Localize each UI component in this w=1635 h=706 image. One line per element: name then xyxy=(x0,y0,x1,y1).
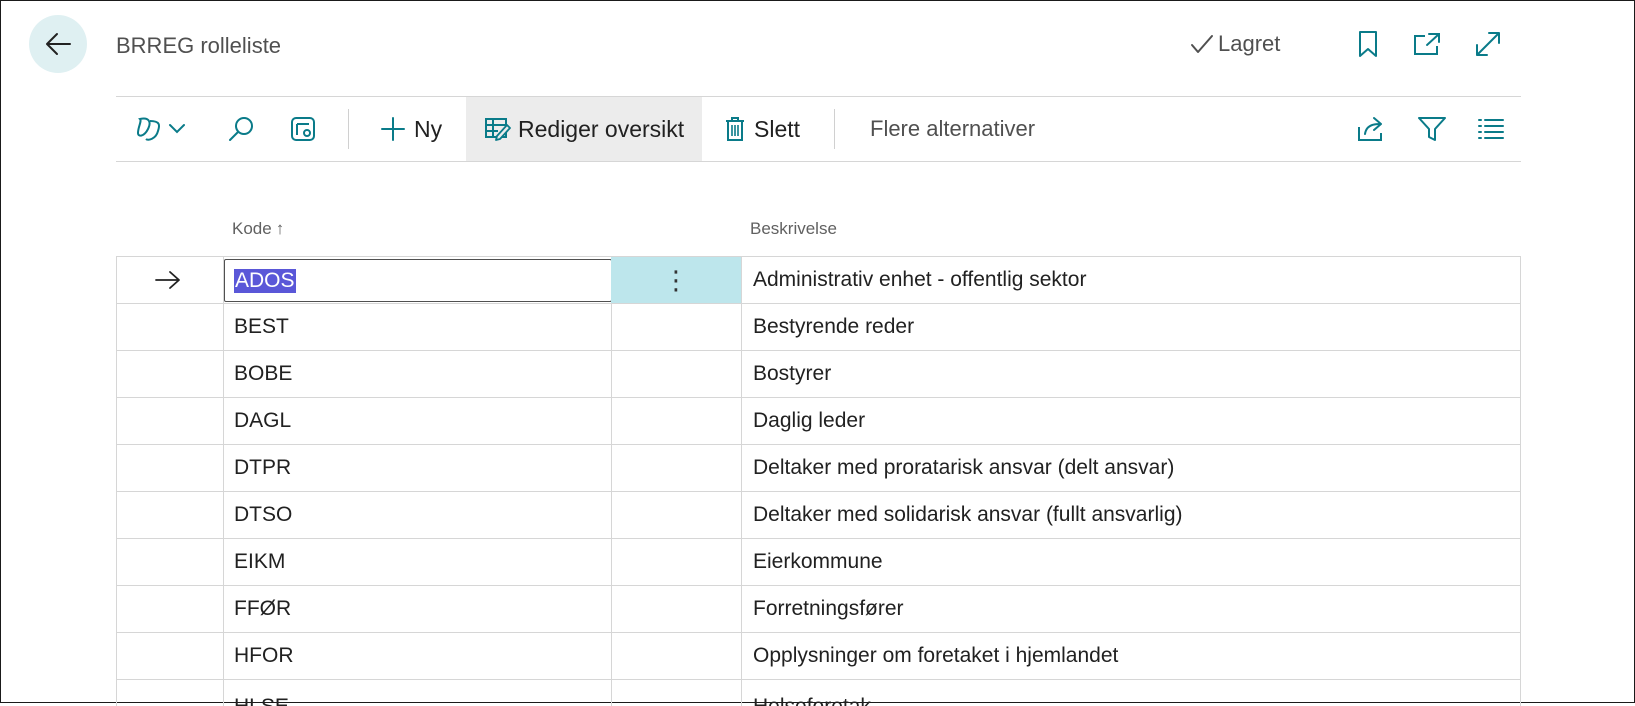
table-row[interactable]: HLSE Helseforetak xyxy=(116,680,1521,706)
more-options-label: Flere alternativer xyxy=(870,116,1036,141)
back-arrow-icon xyxy=(46,33,71,55)
checkmark-icon xyxy=(1191,35,1213,53)
edit-list-label: Rediger oversikt xyxy=(518,115,685,142)
filter-pane-icon xyxy=(291,117,315,141)
edit-list-button[interactable]: Rediger oversikt xyxy=(466,97,702,161)
code-cell[interactable]: HFOR xyxy=(234,633,294,679)
saved-label: Lagret xyxy=(1218,31,1281,56)
trash-icon xyxy=(726,117,744,141)
code-input-selected-text: ADOS xyxy=(234,268,296,293)
description-cell[interactable]: Deltaker med proratarisk ansvar (delt an… xyxy=(753,445,1174,491)
table-row[interactable]: DTSO Deltaker med solidarisk ansvar (ful… xyxy=(116,492,1521,539)
page-title: BRREG rolleliste xyxy=(116,33,282,58)
action-bar: Ny Rediger oversikt Slett Flere alternat… xyxy=(116,96,1521,162)
code-cell[interactable]: BOBE xyxy=(234,351,292,397)
expand-icon xyxy=(1476,32,1500,56)
data-grid: ADOS ⋮ Administrativ enhet - offentlig s… xyxy=(116,256,1521,706)
table-row[interactable]: HFOR Opplysninger om foretaket i hjemlan… xyxy=(116,633,1521,680)
search-button[interactable] xyxy=(224,97,258,161)
expand-button[interactable] xyxy=(1473,29,1503,59)
sort-ascending-icon: ↑ xyxy=(275,219,285,238)
copilot-icon xyxy=(136,117,160,141)
table-row[interactable]: ADOS ⋮ Administrativ enhet - offentlig s… xyxy=(116,257,1521,304)
code-cell[interactable]: DAGL xyxy=(234,398,291,444)
description-cell[interactable]: Eierkommune xyxy=(753,539,883,585)
open-in-new-window-icon xyxy=(1414,33,1440,55)
code-cell[interactable]: EIKM xyxy=(234,539,285,585)
filter-icon xyxy=(1418,117,1446,141)
table-row[interactable]: DTPR Deltaker med proratarisk ansvar (de… xyxy=(116,445,1521,492)
code-cell[interactable]: DTSO xyxy=(234,492,292,538)
saved-status: Lagret xyxy=(1190,31,1280,57)
table-row[interactable]: FFØR Forretningsfører xyxy=(116,586,1521,633)
share-icon xyxy=(1358,117,1382,141)
column-header-description-label: Beskrivelse xyxy=(750,219,837,238)
more-options-button[interactable]: Flere alternativer xyxy=(870,97,1035,161)
new-button[interactable]: Ny xyxy=(380,97,442,161)
column-header-code[interactable]: Kode ↑ xyxy=(232,219,284,239)
more-options-dots-icon: ⋮ xyxy=(663,265,689,295)
row-pointer-arrow-icon xyxy=(155,271,180,289)
filter-button[interactable] xyxy=(1415,97,1449,161)
column-header-description[interactable]: Beskrivelse xyxy=(750,219,837,239)
delete-button[interactable]: Slett xyxy=(724,97,800,161)
list-view-icon xyxy=(1478,119,1504,139)
description-cell[interactable]: Bestyrende reder xyxy=(753,304,914,350)
bookmark-icon xyxy=(1359,31,1377,57)
column-header-code-label: Kode xyxy=(232,219,272,238)
plus-icon xyxy=(381,117,405,141)
share-button[interactable] xyxy=(1354,97,1388,161)
description-cell[interactable]: Deltaker med solidarisk ansvar (fullt an… xyxy=(753,492,1183,538)
bookmark-button[interactable] xyxy=(1353,29,1383,59)
code-cell[interactable]: BEST xyxy=(234,304,289,350)
back-button[interactable] xyxy=(29,15,87,73)
table-row[interactable]: BOBE Bostyrer xyxy=(116,351,1521,398)
delete-label: Slett xyxy=(754,115,801,142)
description-cell[interactable]: Daglig leder xyxy=(753,398,865,444)
row-actions-menu[interactable]: ⋮ xyxy=(611,257,741,303)
code-cell[interactable]: DTPR xyxy=(234,445,291,491)
code-input[interactable]: ADOS xyxy=(224,259,612,302)
list-view-button[interactable] xyxy=(1474,97,1508,161)
table-row[interactable]: EIKM Eierkommune xyxy=(116,539,1521,586)
table-row[interactable]: BEST Bestyrende reder xyxy=(116,304,1521,351)
edit-table-icon xyxy=(485,118,511,141)
copilot-button[interactable] xyxy=(134,97,194,161)
open-in-new-window-button[interactable] xyxy=(1412,29,1442,59)
table-row[interactable]: DAGL Daglig leder xyxy=(116,398,1521,445)
filter-pane-button[interactable] xyxy=(286,97,320,161)
code-cell[interactable]: FFØR xyxy=(234,586,291,632)
chevron-down-icon xyxy=(169,124,185,134)
description-cell[interactable]: Opplysninger om foretaket i hjemlandet xyxy=(753,633,1118,679)
description-cell[interactable]: Administrativ enhet - offentlig sektor xyxy=(753,257,1086,303)
new-label: Ny xyxy=(414,115,443,142)
description-cell[interactable]: Bostyrer xyxy=(753,351,831,397)
description-cell[interactable]: Forretningsfører xyxy=(753,586,904,632)
search-icon xyxy=(229,117,253,141)
